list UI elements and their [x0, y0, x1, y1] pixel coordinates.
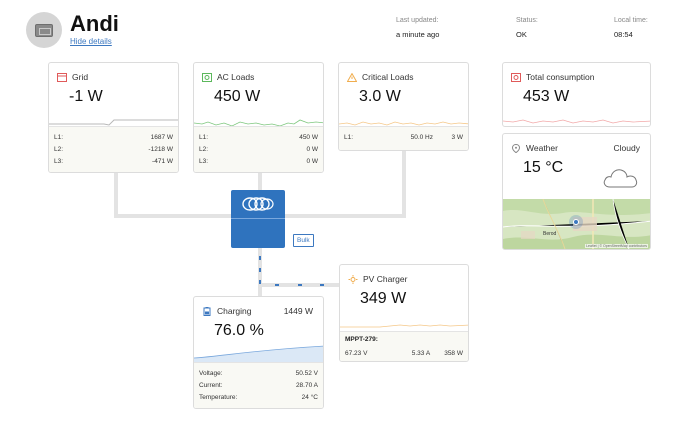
- weather-temperature: 15 °C: [523, 159, 564, 176]
- sun-icon: [348, 274, 358, 284]
- battery-title: Charging: [217, 306, 252, 316]
- weather-map[interactable]: Berod Leaflet | © OpenStreetMap contribu…: [503, 199, 650, 249]
- flow-dot: [259, 280, 261, 284]
- warning-icon: [347, 72, 357, 82]
- ac-loads-card[interactable]: AC Loads 450 W L1: 450 W L2: 0 W L3: 0 W: [193, 62, 324, 173]
- row-value: 24 °C: [301, 393, 318, 401]
- grid-title: Grid: [72, 72, 89, 82]
- row-value: -471 W: [152, 157, 173, 165]
- flow-dot: [320, 284, 324, 286]
- total-consumption-card[interactable]: Total consumption 453 W: [502, 62, 651, 127]
- row-frequency: 50.0 Hz: [410, 133, 433, 141]
- pv-voltage: 67.23 V: [345, 349, 368, 357]
- inverter-device[interactable]: [231, 190, 285, 248]
- inverter-divider: [231, 218, 285, 219]
- status-label: Status:: [516, 17, 538, 24]
- critical-connector: [402, 151, 406, 218]
- battery-power: 1449 W: [283, 306, 313, 316]
- flow-dot: [298, 284, 302, 286]
- row-value: -1218 W: [148, 145, 173, 153]
- local-time: Local time: 08:54: [614, 17, 648, 39]
- hide-details-link[interactable]: Hide details: [70, 37, 112, 46]
- map-place-label: Berod: [543, 231, 557, 237]
- victron-logo-icon: [242, 197, 274, 211]
- row-label: Current:: [199, 381, 223, 389]
- row-value: 3 W: [451, 133, 463, 141]
- grid-card[interactable]: Grid -1 W L1: 1687 W L2: -1218 W L3: -471 W: [48, 62, 179, 173]
- row-label: L2:: [54, 145, 64, 153]
- location-pin-icon: [511, 143, 521, 153]
- row-label: Voltage:: [199, 369, 223, 377]
- last-updated: Last updated: a minute ago: [396, 17, 439, 39]
- battery-soc-chart: [194, 345, 323, 362]
- local-time-value: 08:54: [614, 30, 633, 39]
- grid-connector-h: [114, 214, 232, 218]
- ac-loads-icon: [202, 72, 212, 82]
- row-value: 0 W: [306, 145, 318, 153]
- pv-charger-title: PV Charger: [363, 274, 408, 284]
- critical-loads-card[interactable]: Critical Loads 3.0 W L1: 50.0 Hz 3 W: [338, 62, 469, 151]
- local-time-label: Local time:: [614, 17, 648, 24]
- weather-card[interactable]: Weather Cloudy 15 °C Berod Leaflet | © O…: [502, 133, 651, 250]
- total-consumption-value: 453 W: [523, 88, 570, 105]
- row-value: 450 W: [299, 133, 318, 141]
- row-label: L2:: [199, 145, 209, 153]
- flow-dot: [275, 284, 279, 286]
- pv-charger-sparkline: [340, 324, 468, 328]
- status: Status: OK: [516, 17, 538, 39]
- last-updated-value: a minute ago: [396, 30, 440, 39]
- pv-charger-value: 349 W: [360, 290, 407, 307]
- row-value: 28.70 A: [295, 381, 318, 389]
- ac-loads-value: 450 W: [214, 88, 261, 105]
- total-consumption-title: Total consumption: [526, 72, 595, 82]
- total-consumption-sparkline: [503, 119, 650, 124]
- battery-card[interactable]: Charging 1449 W 76.0 % Voltage: 50.52 V C…: [193, 296, 324, 409]
- battery-soc: 76.0 %: [214, 322, 264, 339]
- row-label: L1:: [344, 133, 354, 141]
- site-avatar: [26, 12, 62, 48]
- critical-loads-title: Critical Loads: [362, 72, 414, 82]
- row-value: 1687 W: [150, 133, 173, 141]
- flow-dot: [259, 256, 261, 260]
- charge-state-badge: Bulk: [293, 234, 314, 247]
- grid-icon: [57, 72, 67, 82]
- row-value: 0 W: [306, 157, 318, 165]
- weather-title: Weather: [526, 143, 558, 153]
- critical-connector-h: [285, 214, 406, 218]
- pv-charger-card[interactable]: PV Charger 349 W MPPT-279: 67.23 V 5.33 …: [339, 264, 469, 362]
- row-label: L3:: [54, 157, 64, 165]
- row-value: 50.52 V: [295, 369, 318, 377]
- last-updated-label: Last updated:: [396, 17, 439, 24]
- mppt-device-name: MPPT-279:: [345, 336, 378, 343]
- flow-dot: [259, 268, 261, 272]
- row-label: Temperature:: [199, 393, 238, 401]
- pv-current: 5.33 A: [411, 349, 431, 357]
- grid-connector: [114, 172, 118, 218]
- map-marker[interactable]: [573, 219, 579, 225]
- device-icon: [35, 24, 53, 37]
- battery-icon: [203, 306, 211, 316]
- critical-loads-value: 3.0 W: [359, 88, 401, 105]
- row-label: L1:: [54, 133, 64, 141]
- row-label: L1:: [199, 133, 209, 141]
- ac-loads-title: AC Loads: [217, 72, 255, 82]
- cloud-icon: [603, 169, 638, 188]
- consumption-icon: [511, 72, 521, 82]
- grid-value: -1 W: [69, 88, 103, 105]
- pv-power: 358 W: [444, 349, 463, 357]
- map-attribution[interactable]: Leaflet | © OpenStreetMap contributors: [585, 244, 648, 248]
- weather-condition: Cloudy: [613, 143, 640, 153]
- site-name: Andi: [70, 11, 119, 36]
- status-value: OK: [516, 30, 527, 39]
- row-label: L3:: [199, 157, 209, 165]
- acloads-connector: [258, 172, 262, 192]
